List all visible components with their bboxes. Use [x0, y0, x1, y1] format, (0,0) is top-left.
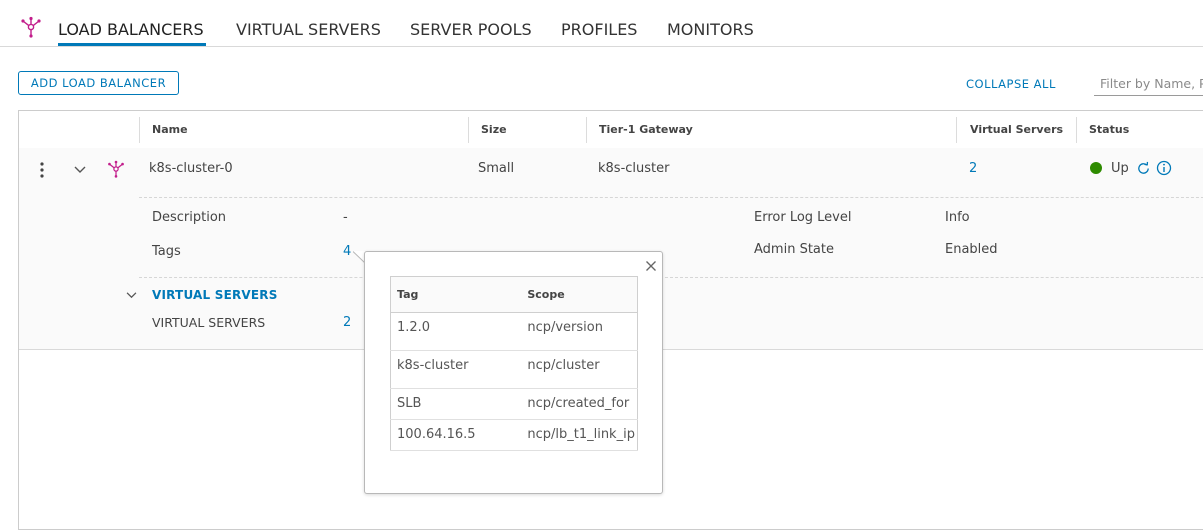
tag-column-header: Tag: [390, 276, 522, 313]
row-actions-icon[interactable]: [38, 161, 46, 179]
close-icon[interactable]: [645, 260, 657, 272]
tags-popover: Tag Scope 1.2.0 ncp/version k8s-cluster …: [364, 251, 663, 494]
info-icon[interactable]: [1156, 160, 1172, 176]
status-text: Up: [1111, 161, 1129, 176]
load-balancer-icon: [21, 16, 41, 38]
datagrid-header: Name Size Tier-1 Gateway Virtual Servers…: [19, 111, 1203, 149]
column-separator: [956, 117, 957, 143]
section-divider: [139, 277, 1203, 278]
admin-state-label: Admin State: [754, 242, 834, 257]
description-label: Description: [152, 210, 227, 225]
virtual-servers-count-link[interactable]: 2: [969, 161, 977, 176]
scope-column-header: Scope: [521, 276, 638, 313]
add-load-balancer-button[interactable]: ADD LOAD BALANCER: [18, 71, 179, 95]
column-separator: [468, 117, 469, 143]
lb-name: k8s-cluster-0: [149, 161, 233, 176]
refresh-icon[interactable]: [1136, 161, 1151, 176]
column-separator: [139, 117, 140, 143]
tag-cell: k8s-cluster: [390, 350, 522, 389]
row-divider: [139, 197, 1203, 198]
top-nav: LOAD BALANCERS VIRTUAL SERVERS SERVER PO…: [0, 0, 1203, 47]
filter-input[interactable]: [1094, 72, 1203, 96]
lb-tier1-gateway: k8s-cluster: [598, 161, 670, 176]
tags-table: Tag Scope 1.2.0 ncp/version k8s-cluster …: [390, 276, 638, 451]
scope-cell: ncp/version: [521, 312, 638, 351]
virtual-servers-label: VIRTUAL SERVERS: [152, 315, 266, 330]
virtual-servers-link[interactable]: 2: [343, 315, 351, 330]
tab-virtual-servers[interactable]: VIRTUAL SERVERS: [236, 20, 381, 39]
collapse-all-button[interactable]: COLLAPSE ALL: [966, 77, 1056, 91]
tag-cell: 100.64.16.5: [390, 419, 522, 451]
scope-cell: ncp/cluster: [521, 350, 638, 389]
tags-count-link[interactable]: 4: [343, 244, 351, 259]
tag-cell: SLB: [390, 388, 522, 420]
column-header-size[interactable]: Size: [481, 123, 507, 136]
column-header-name[interactable]: Name: [152, 123, 188, 136]
chevron-down-icon[interactable]: [74, 165, 86, 175]
tags-table-header: Tag Scope: [390, 276, 638, 313]
column-separator: [1076, 117, 1077, 143]
table-row: 100.64.16.5 ncp/lb_t1_link_ip: [390, 419, 638, 451]
column-header-status[interactable]: Status: [1089, 123, 1129, 136]
error-log-level-value: Info: [945, 210, 970, 225]
admin-state-value: Enabled: [945, 242, 998, 257]
scope-cell: ncp/created_for: [521, 388, 638, 420]
tab-profiles[interactable]: PROFILES: [561, 20, 637, 39]
scope-cell: ncp/lb_t1_link_ip: [521, 419, 638, 451]
active-tab-indicator: [58, 43, 206, 46]
description-value: -: [343, 210, 348, 225]
lb-size: Small: [478, 161, 515, 176]
column-header-tier1-gateway[interactable]: Tier-1 Gateway: [599, 123, 693, 136]
table-row: 1.2.0 ncp/version: [390, 312, 638, 351]
column-separator: [586, 117, 587, 143]
chevron-down-icon[interactable]: [126, 291, 137, 299]
column-header-virtual-servers[interactable]: Virtual Servers: [970, 123, 1063, 136]
table-row: SLB ncp/created_for: [390, 388, 638, 420]
error-log-level-label: Error Log Level: [754, 210, 852, 225]
tags-label: Tags: [152, 244, 181, 259]
load-balancer-icon: [108, 160, 124, 178]
tag-cell: 1.2.0: [390, 312, 522, 351]
tab-monitors[interactable]: MONITORS: [667, 20, 754, 39]
table-row: k8s-cluster ncp/cluster: [390, 350, 638, 389]
tab-server-pools[interactable]: SERVER POOLS: [410, 20, 532, 39]
status-dot: [1090, 162, 1102, 174]
virtual-servers-section-toggle[interactable]: VIRTUAL SERVERS: [152, 288, 278, 302]
tab-load-balancers[interactable]: LOAD BALANCERS: [58, 20, 204, 39]
